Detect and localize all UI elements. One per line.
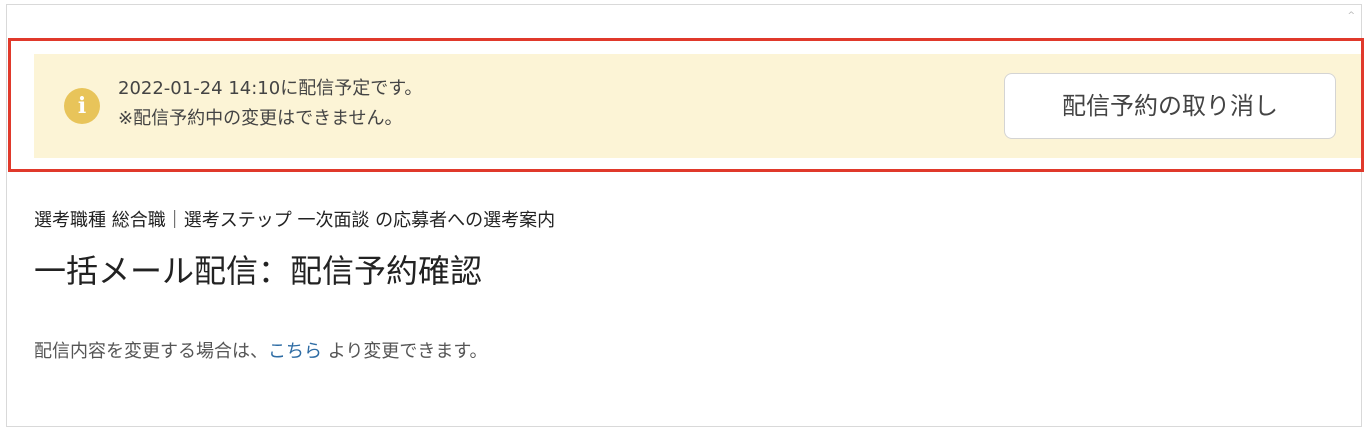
edit-info-text: 配信内容を変更する場合は、こちら より変更できます。 xyxy=(34,337,488,363)
edit-info-suffix: より変更できます。 xyxy=(322,341,488,362)
edit-here-link[interactable]: こちら xyxy=(268,341,322,362)
selection-context-subtitle: 選考職種 総合職｜選考ステップ 一次面談 の応募者への選考案内 xyxy=(34,210,556,231)
scroll-up-indicator[interactable]: ^ xyxy=(1347,11,1355,21)
edit-info-prefix: 配信内容を変更する場合は、 xyxy=(34,341,268,362)
page-title: 一括メール配信：配信予約確認 xyxy=(34,252,483,290)
highlight-annotation-box xyxy=(8,38,1364,172)
